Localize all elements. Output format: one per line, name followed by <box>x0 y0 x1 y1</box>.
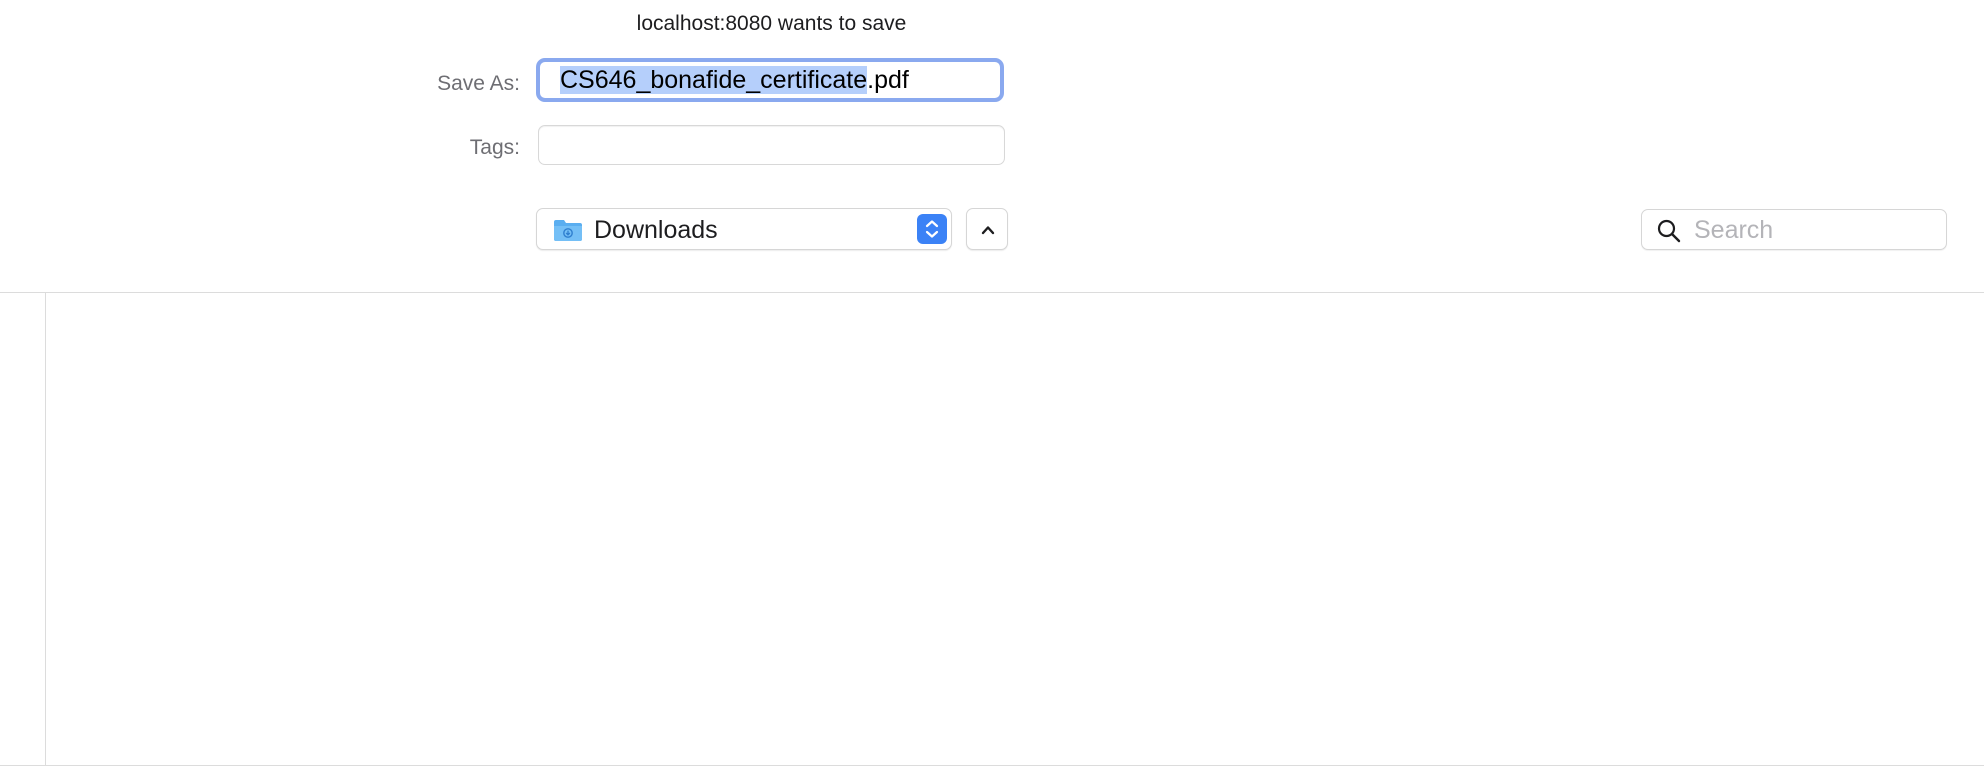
expand-dialog-button[interactable] <box>966 208 1008 250</box>
bottom-divider <box>0 765 1984 766</box>
tags-field[interactable] <box>538 125 1005 165</box>
save-as-label: Save As: <box>437 72 520 95</box>
location-folder-label: Downloads <box>594 216 718 244</box>
filename-selected-text: CS646_bonafide_certificate <box>560 66 868 94</box>
dialog-title: localhost:8080 wants to save <box>636 12 907 35</box>
search-field[interactable] <box>1641 209 1947 250</box>
file-browser-area[interactable] <box>46 293 1984 765</box>
filename-extension: .pdf <box>867 66 909 94</box>
folder-icon <box>554 220 582 241</box>
chevron-up-icon <box>981 226 995 235</box>
search-input[interactable] <box>1694 215 1934 245</box>
tags-label: Tags: <box>469 136 520 159</box>
search-icon <box>1657 219 1681 243</box>
sidebar-divider[interactable] <box>45 293 46 765</box>
location-dropdown[interactable]: Downloads <box>536 208 952 250</box>
up-down-chevron-icon[interactable] <box>917 214 947 244</box>
save-as-field[interactable]: CS646_bonafide_certificate.pdf <box>536 58 1004 102</box>
save-dialog: localhost:8080 wants to save Save As: CS… <box>0 0 1984 780</box>
